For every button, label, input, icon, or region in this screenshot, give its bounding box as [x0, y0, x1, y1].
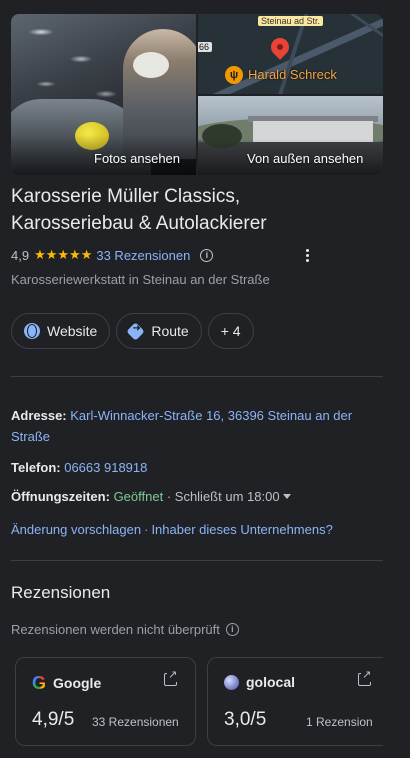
action-chips: Website Route + 4 — [11, 313, 254, 349]
owner-link[interactable]: Inhaber dieses Unternehmens? — [151, 522, 332, 537]
review-source-name: Google — [53, 675, 102, 691]
address-label: Adresse: — [11, 408, 67, 423]
suggest-row: Änderung vorschlagen · Inhaber dieses Unte… — [11, 522, 333, 537]
rating-value: 4,9 — [11, 247, 30, 263]
business-category: Karosseriewerkstatt in Steinau an der St… — [11, 272, 270, 287]
reviews-note-text: Rezensionen werden nicht überprüft — [11, 622, 220, 637]
website-button[interactable]: Website — [11, 313, 111, 349]
photos-label: Fotos ansehen — [94, 151, 181, 166]
review-source-card-golocal[interactable]: golocal 3,0/5 1 Rezension — [207, 657, 383, 746]
info-icon[interactable]: i — [225, 623, 239, 636]
more-actions-label: + 4 — [220, 323, 241, 339]
exterior-tile[interactable]: Von außen ansehen — [198, 96, 383, 175]
mask-image — [133, 52, 169, 78]
route-button[interactable]: Route — [116, 313, 202, 349]
review-score: 4,9/5 — [32, 709, 75, 730]
map-pin-icon — [267, 34, 293, 60]
review-source-name: golocal — [246, 674, 296, 690]
suggest-edit-link[interactable]: Änderung vorschlagen — [11, 522, 141, 537]
globe-icon — [24, 323, 40, 339]
restaurant-icon: ψ — [225, 66, 243, 84]
review-count: 33 Rezensionen — [92, 715, 179, 729]
review-source: golocal — [224, 674, 295, 690]
photo-gallery: Fotos ansehen 66 Steinau ad Str. ψ Haral… — [11, 14, 383, 175]
more-options-icon[interactable] — [303, 249, 311, 265]
hours-closes[interactable]: · Schließt um 18:00 — [167, 489, 280, 504]
map-town-label: Steinau ad Str. — [258, 16, 324, 26]
reviews-note: Rezensionen werden nicht überprüft i — [11, 622, 239, 637]
review-count: 1 Rezension — [306, 715, 373, 729]
phone-label: Telefon: — [11, 460, 61, 475]
phone-link[interactable]: 06663 918918 — [64, 460, 147, 475]
rating-row: 4,9 ★★★★★ 33 Rezensionen i — [11, 246, 214, 264]
info-icon[interactable]: i — [200, 248, 214, 262]
reviews-link[interactable]: 33 Rezensionen — [96, 248, 190, 263]
address-row: Adresse: Karl-Winnacker-Straße 16, 36396… — [11, 405, 383, 447]
divider — [11, 376, 383, 377]
more-actions-button[interactable]: + 4 — [207, 313, 254, 349]
hours-label: Öffnungszeiten: — [11, 489, 110, 504]
review-score: 3,0/5 — [224, 709, 267, 730]
map-poi-name: Harald Schreck — [248, 67, 337, 82]
external-link-icon[interactable] — [164, 669, 178, 686]
website-label: Website — [47, 323, 98, 339]
route-label: Route — [151, 323, 189, 339]
review-source-card-google[interactable]: G Google 4,9/5 33 Rezensionen — [15, 657, 196, 746]
exterior-label: Von außen ansehen — [247, 151, 364, 166]
hours-row: Öffnungszeiten: Geöffnet · Schließt um 1… — [11, 486, 383, 507]
golocal-logo-icon — [224, 674, 239, 690]
business-name: Karosserie Müller Classics, Karosserieba… — [11, 186, 267, 234]
separator: · — [144, 522, 149, 537]
chevron-down-icon[interactable] — [282, 494, 291, 499]
directions-icon — [126, 321, 146, 341]
map-road-shield: 66 — [198, 42, 213, 52]
divider — [11, 560, 383, 561]
phone-row: Telefon: 06663 918918 — [11, 457, 383, 478]
photos-tile[interactable]: Fotos ansehen — [11, 14, 196, 175]
reviews-heading: Rezensionen — [11, 583, 111, 602]
external-link-icon[interactable] — [358, 669, 372, 686]
review-source: G Google — [32, 674, 101, 692]
hours-status[interactable]: Geöffnet — [114, 489, 164, 504]
google-logo-icon: G — [32, 673, 47, 693]
map-tile[interactable]: 66 Steinau ad Str. ψ Harald Schreck — [198, 14, 383, 94]
star-rating-icon: ★★★★★ — [34, 247, 93, 262]
